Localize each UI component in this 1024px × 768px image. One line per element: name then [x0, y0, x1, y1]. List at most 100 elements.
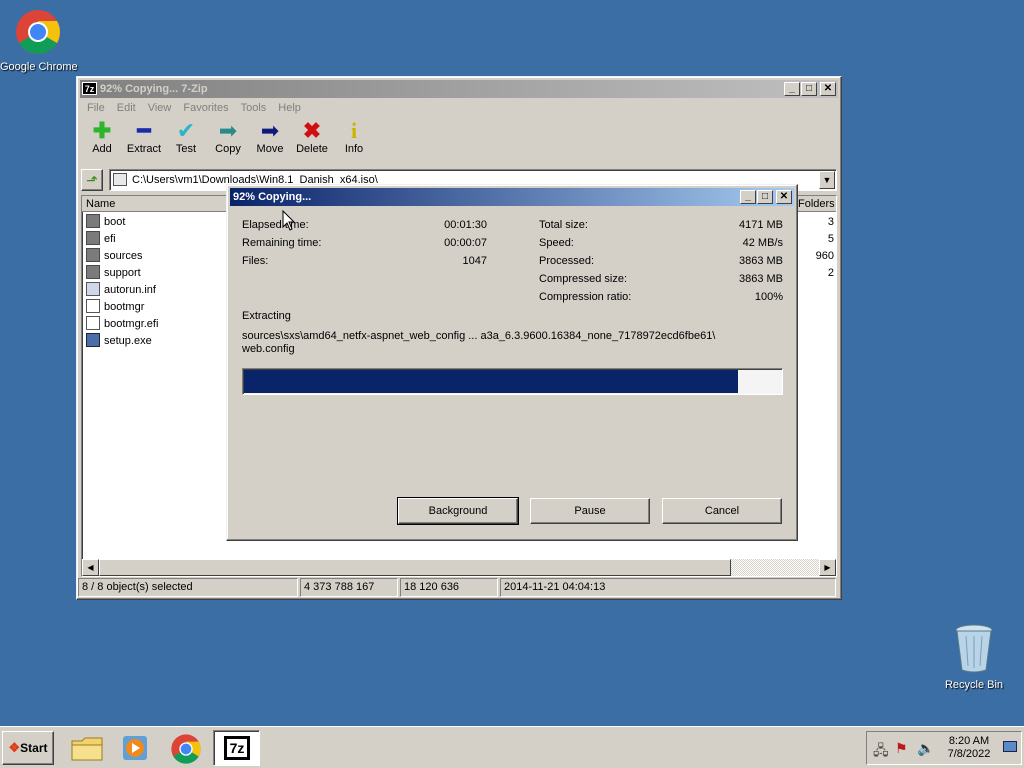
- extract-label: Extract: [126, 143, 162, 155]
- list-item[interactable]: efi: [86, 231, 116, 248]
- file-name: sources: [104, 250, 143, 262]
- network-icon[interactable]: 🖧: [873, 740, 889, 764]
- delete-icon: ✖: [302, 118, 322, 143]
- test-icon: ✔: [176, 118, 196, 143]
- add-button[interactable]: ✚ Add: [81, 119, 123, 165]
- move-button[interactable]: ➡ Move: [249, 119, 291, 165]
- desktop-icon-chrome[interactable]: Google Chrome: [0, 8, 78, 73]
- column-header-name[interactable]: Name: [82, 196, 228, 212]
- folders-cell: 2: [827, 267, 834, 279]
- info-button[interactable]: i Info: [333, 119, 375, 165]
- extract-button[interactable]: ━ Extract: [123, 119, 165, 165]
- dialog-title: 92% Copying...: [233, 191, 312, 203]
- scroll-right-button[interactable]: ▶: [819, 559, 836, 576]
- address-dropdown-button[interactable]: ▼: [819, 171, 835, 189]
- progress-bar-fill: [244, 370, 738, 393]
- progress-bar: [242, 368, 783, 395]
- file-name: support: [104, 267, 141, 279]
- 7zip-taskbar-button[interactable]: 7z: [213, 730, 260, 766]
- delete-button[interactable]: ✖ Delete: [291, 119, 333, 165]
- horizontal-scrollbar[interactable]: ◀ ▶: [82, 559, 836, 576]
- column-header-folders[interactable]: Folders: [798, 196, 836, 212]
- compression-ratio-label: Compression ratio:: [539, 291, 632, 303]
- scrollbar-thumb[interactable]: [99, 559, 731, 576]
- explorer-taskbar-button[interactable]: [70, 733, 104, 763]
- volume-icon[interactable]: 🔈: [917, 740, 934, 757]
- dialog-minimize-button[interactable]: _: [740, 190, 756, 204]
- dialog-close-button[interactable]: ✕: [776, 190, 792, 204]
- list-item[interactable]: boot: [86, 214, 125, 231]
- delete-label: Delete: [296, 143, 328, 155]
- add-icon: ✚: [92, 118, 112, 143]
- folder-icon: [86, 231, 100, 245]
- pause-button[interactable]: Pause: [530, 498, 650, 524]
- speed-value: 42 MB/s: [742, 237, 783, 249]
- elapsed-label: Elapsed time:: [242, 219, 309, 231]
- list-item[interactable]: setup.exe: [86, 333, 152, 350]
- recycle-bin-icon: [955, 624, 993, 673]
- status-date: 2014-11-21 04:04:13: [500, 578, 836, 597]
- folders-cell: 3: [827, 216, 834, 228]
- main-window-title: 92% Copying... 7-Zip: [100, 83, 208, 95]
- maximize-button[interactable]: □: [801, 82, 817, 96]
- mouse-cursor-icon: [282, 210, 296, 231]
- file-name: bootmgr.efi: [104, 318, 159, 330]
- menu-file[interactable]: File: [81, 99, 111, 117]
- system-tray: 🖧 ⚑ 🔈 8:20 AM 7/8/2022: [866, 731, 1022, 765]
- status-size: 4 373 788 167: [300, 578, 398, 597]
- copy-label: Copy: [215, 143, 241, 155]
- test-button[interactable]: ✔ Test: [165, 119, 207, 165]
- menu-view[interactable]: View: [142, 99, 178, 117]
- file-name: setup.exe: [104, 335, 152, 347]
- background-button[interactable]: Background: [397, 497, 519, 525]
- 7zip-app-icon: 7z: [82, 82, 97, 95]
- current-file-path: sources\sxs\amd64_netfx-aspnet_web_confi…: [242, 330, 716, 342]
- executable-icon: [86, 333, 100, 347]
- compression-ratio-value: 100%: [754, 291, 783, 303]
- desktop-icon-label: Google Chrome: [0, 61, 78, 73]
- compressed-size-label: Compressed size:: [539, 273, 628, 285]
- start-button[interactable]: ❖Start: [2, 731, 54, 765]
- menu-favorites[interactable]: Favorites: [177, 99, 234, 117]
- show-desktop-icon[interactable]: [1003, 741, 1017, 752]
- dialog-titlebar[interactable]: 92% Copying... _ □ ✕: [230, 188, 794, 206]
- speed-label: Speed:: [539, 237, 574, 249]
- toolbar: ✚ Add ━ Extract ✔ Test ➡ Copy ➡ Move ✖ D…: [81, 119, 375, 165]
- file-name: autorun.inf: [104, 284, 156, 296]
- clock[interactable]: 8:20 AM 7/8/2022: [939, 735, 999, 761]
- copy-button[interactable]: ➡ Copy: [207, 119, 249, 165]
- folder-icon: [71, 737, 103, 761]
- up-folder-button[interactable]: ⬏: [81, 169, 103, 191]
- menu-edit[interactable]: Edit: [111, 99, 142, 117]
- chrome-icon: [16, 10, 60, 54]
- list-item[interactable]: sources: [86, 248, 143, 265]
- file-name: bootmgr: [104, 301, 145, 313]
- menu-tools[interactable]: Tools: [235, 99, 273, 117]
- desktop-icon-recycle-bin[interactable]: Recycle Bin: [936, 624, 1012, 691]
- remaining-label: Remaining time:: [242, 237, 322, 249]
- operation-label: Extracting: [242, 310, 291, 322]
- progress-dialog: 92% Copying... _ □ ✕ Elapsed time: 00:01…: [226, 184, 798, 541]
- scroll-left-button[interactable]: ◀: [82, 559, 99, 576]
- media-player-taskbar-button[interactable]: [120, 733, 150, 763]
- dialog-maximize-button[interactable]: □: [757, 190, 773, 204]
- status-packed-size: 18 120 636: [400, 578, 498, 597]
- menu-help[interactable]: Help: [272, 99, 307, 117]
- folder-icon: [86, 265, 100, 279]
- main-titlebar[interactable]: 7z 92% Copying... 7-Zip _ □ ✕: [80, 80, 838, 98]
- list-item[interactable]: bootmgr: [86, 299, 144, 316]
- cancel-button[interactable]: Cancel: [662, 498, 782, 524]
- list-item[interactable]: autorun.inf: [86, 282, 156, 299]
- file-icon: [86, 316, 100, 330]
- minimize-button[interactable]: _: [784, 82, 800, 96]
- copy-icon: ➡: [218, 118, 238, 143]
- chrome-taskbar-button[interactable]: [170, 733, 202, 765]
- close-button[interactable]: ✕: [820, 82, 836, 96]
- folders-cell: 960: [815, 250, 834, 262]
- action-center-flag-icon[interactable]: ⚑: [895, 740, 908, 757]
- windows-logo-icon: ❖: [8, 740, 21, 755]
- folder-icon: [86, 248, 100, 262]
- file-icon: [86, 299, 100, 313]
- list-item[interactable]: support: [86, 265, 141, 282]
- list-item[interactable]: bootmgr.efi: [86, 316, 158, 333]
